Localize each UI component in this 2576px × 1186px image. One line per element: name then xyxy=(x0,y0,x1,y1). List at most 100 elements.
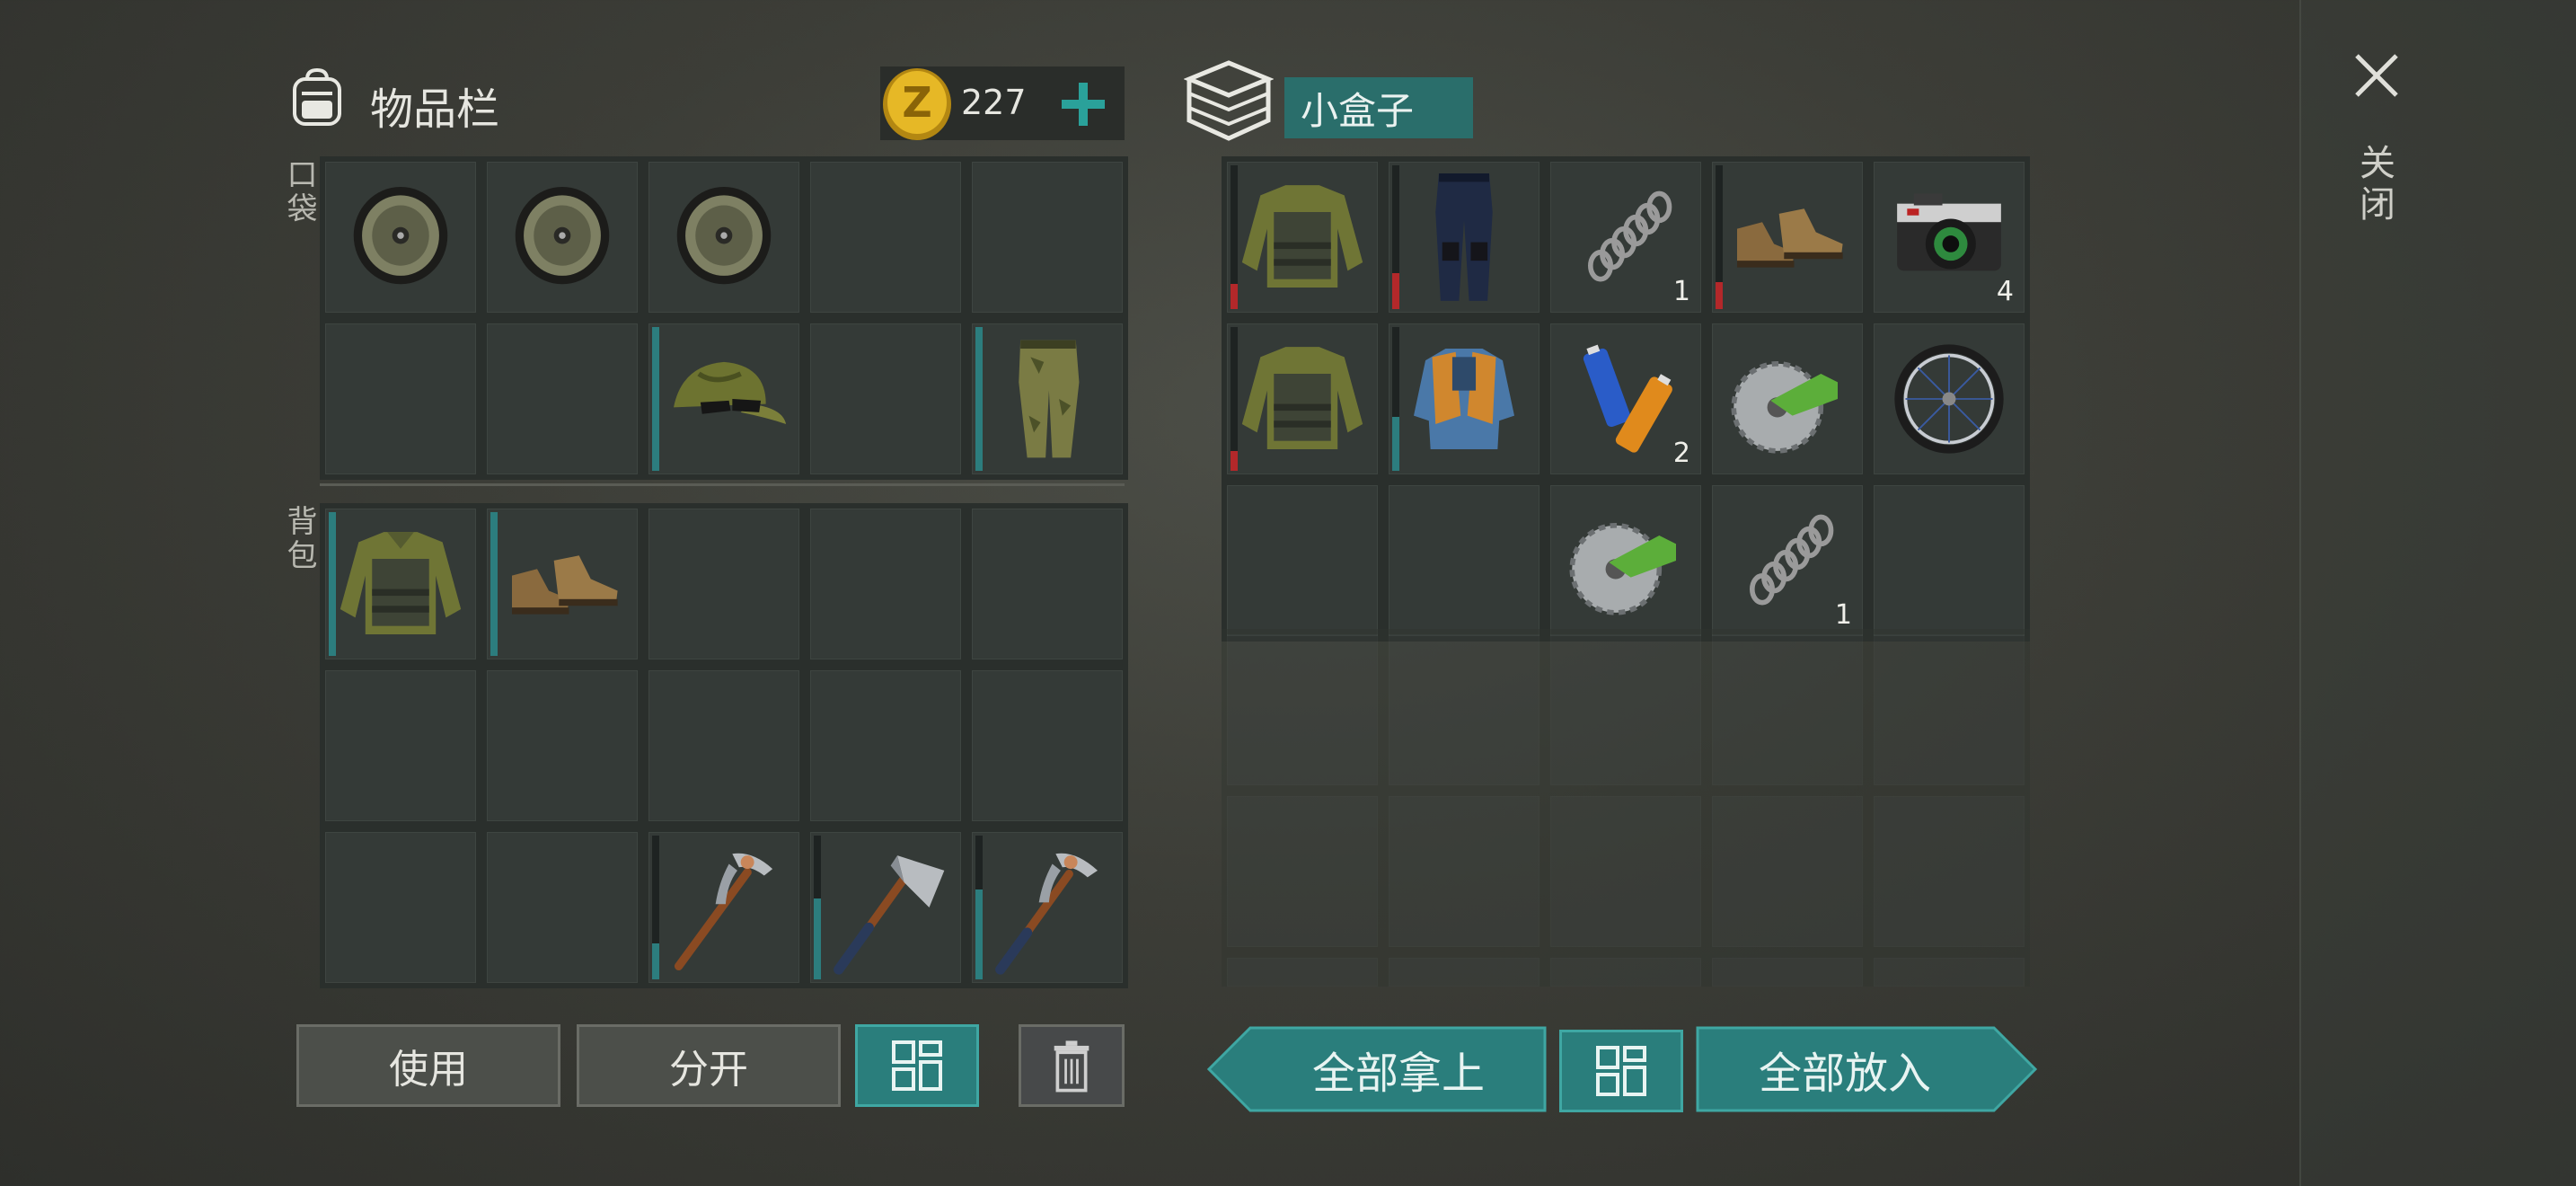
container-slot[interactable] xyxy=(1707,156,1868,318)
grid-sort-icon xyxy=(1596,1046,1646,1096)
inventory-slot[interactable] xyxy=(805,827,966,988)
section-divider xyxy=(320,483,1125,486)
container-slot[interactable]: 2 xyxy=(1545,318,1707,480)
inventory-slot-empty[interactable] xyxy=(320,665,481,827)
inventory-slot-empty[interactable] xyxy=(643,503,805,665)
wheel-rim-icon xyxy=(676,187,772,285)
inventory-slot-empty[interactable] xyxy=(805,318,966,480)
item-quantity: 1 xyxy=(1834,599,1852,631)
inventory-slot[interactable] xyxy=(320,503,481,665)
container-slot-locked xyxy=(1868,629,2030,791)
tactical-jacket-icon xyxy=(340,532,462,634)
inventory-slot[interactable] xyxy=(320,156,481,318)
container-slot-empty[interactable] xyxy=(1868,480,2030,642)
container-slot-locked xyxy=(1383,629,1545,791)
use-button[interactable]: 使用 xyxy=(296,1024,560,1107)
inventory-slot-empty[interactable] xyxy=(966,156,1128,318)
pickaxe-icon xyxy=(674,853,773,970)
plus-icon[interactable] xyxy=(1058,79,1108,129)
svg-text:Z: Z xyxy=(902,78,931,127)
container-slot-locked xyxy=(1222,629,1383,791)
container-slot-locked xyxy=(1868,952,2030,987)
grid-sort-icon xyxy=(892,1040,942,1091)
wheel-rim-icon xyxy=(353,187,448,285)
container-slot-locked xyxy=(1707,629,1868,791)
inventory-slot-empty[interactable] xyxy=(481,665,643,827)
put-all-button[interactable]: 全部放入 xyxy=(1696,1026,2037,1112)
container-slot-locked xyxy=(1222,791,1383,952)
container-slot-locked xyxy=(1545,791,1707,952)
take-all-label: 全部拿上 xyxy=(1311,1049,1485,1099)
backpack-icon xyxy=(286,66,348,129)
container-grid-locked xyxy=(1222,629,2030,987)
container-slot-locked xyxy=(1222,952,1383,987)
container-slot[interactable] xyxy=(1868,318,2030,480)
container-slot[interactable] xyxy=(1383,318,1545,480)
camo-cap-with-sunglasses-icon xyxy=(674,361,787,424)
camo-pants-icon xyxy=(1019,340,1080,458)
inventory-slot-empty[interactable] xyxy=(805,156,966,318)
inventory-slot-empty[interactable] xyxy=(966,503,1128,665)
container-slot-locked xyxy=(1545,629,1707,791)
container-slot[interactable] xyxy=(1707,318,1868,480)
inventory-slot-empty[interactable] xyxy=(481,827,643,988)
close-label[interactable]: 关闭 xyxy=(2353,144,2400,226)
z-coin-icon: Z xyxy=(880,65,954,142)
container-slot[interactable]: 1 xyxy=(1545,156,1707,318)
inventory-slot[interactable] xyxy=(966,827,1128,988)
inventory-slot[interactable] xyxy=(966,318,1128,480)
backpack-label: 背包 xyxy=(281,505,317,573)
container-slot[interactable] xyxy=(1222,156,1383,318)
boots-icon xyxy=(1737,208,1843,268)
container-slot-locked xyxy=(1545,952,1707,987)
inventory-slot-empty[interactable] xyxy=(805,665,966,827)
inventory-slot[interactable] xyxy=(643,156,805,318)
inventory-slot-empty[interactable] xyxy=(966,665,1128,827)
inventory-slot[interactable] xyxy=(481,503,643,665)
sort-button[interactable] xyxy=(855,1024,979,1107)
bulletproof-vest-icon xyxy=(1414,349,1514,449)
trash-button[interactable] xyxy=(1019,1024,1125,1107)
pocket-grid xyxy=(320,156,1128,480)
container-slot[interactable]: 4 xyxy=(1868,156,2030,318)
boots-icon xyxy=(512,555,618,615)
container-slot-empty[interactable] xyxy=(1383,480,1545,642)
side-panel xyxy=(2299,0,2576,1186)
tactical-jacket-icon xyxy=(1241,347,1363,449)
split-button[interactable]: 分开 xyxy=(577,1024,841,1107)
item-quantity: 1 xyxy=(1672,276,1690,307)
inventory-slot-empty[interactable] xyxy=(643,665,805,827)
take-all-button[interactable]: 全部拿上 xyxy=(1207,1026,1547,1112)
bicycle-wheel-icon xyxy=(1894,344,2004,454)
inventory-slot-empty[interactable] xyxy=(320,827,481,988)
put-all-label: 全部放入 xyxy=(1758,1049,1931,1099)
item-quantity: 2 xyxy=(1672,438,1690,469)
inventory-slot-empty[interactable] xyxy=(481,318,643,480)
coin-count: 227 xyxy=(961,83,1027,122)
inventory-slot-empty[interactable] xyxy=(805,503,966,665)
container-grid: 1 4 2 1 xyxy=(1222,156,2030,642)
container-slot[interactable] xyxy=(1383,156,1545,318)
pickaxe-icon xyxy=(995,853,1098,975)
inventory-title: 物品栏 xyxy=(370,84,500,135)
container-slot-locked xyxy=(1383,791,1545,952)
container-slot-locked xyxy=(1383,952,1545,987)
container-slot[interactable]: 1 xyxy=(1707,480,1868,642)
container-sort-button[interactable] xyxy=(1559,1030,1683,1112)
inventory-slot[interactable] xyxy=(643,827,805,988)
box-icon xyxy=(1183,58,1275,144)
close-icon[interactable] xyxy=(2351,50,2402,101)
container-slot[interactable] xyxy=(1545,480,1707,642)
saw-blade-icon xyxy=(1731,361,1838,454)
saw-blade-icon xyxy=(1569,523,1676,615)
inventory-slot[interactable] xyxy=(481,156,643,318)
container-title: 小盒子 xyxy=(1284,77,1473,138)
backpack-grid xyxy=(320,503,1128,988)
container-slot[interactable] xyxy=(1222,318,1383,480)
hatchet-icon xyxy=(834,855,945,975)
trash-icon xyxy=(1054,1040,1090,1093)
container-slot-empty[interactable] xyxy=(1222,480,1383,642)
inventory-slot[interactable] xyxy=(643,318,805,480)
inventory-slot-empty[interactable] xyxy=(320,318,481,480)
jeans-icon xyxy=(1435,173,1493,301)
